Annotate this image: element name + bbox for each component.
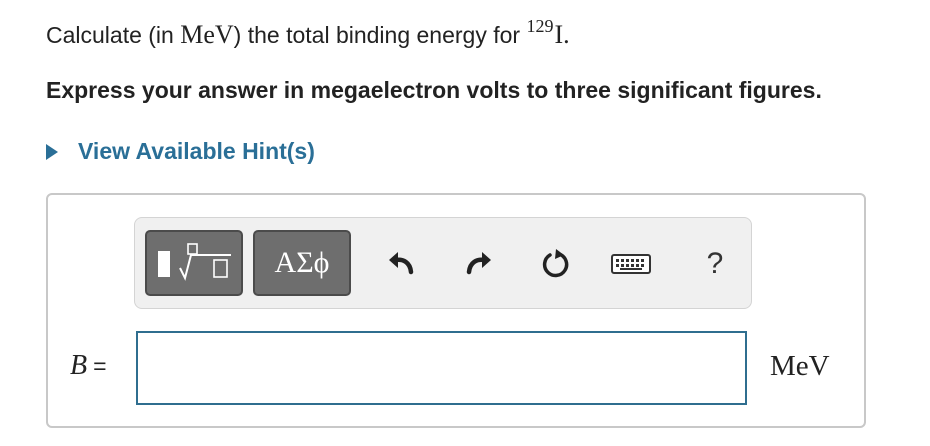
hint-label: View Available Hint(s)	[78, 138, 315, 164]
redo-icon	[466, 252, 491, 275]
reset-button[interactable]	[535, 244, 575, 284]
keyboard-icon	[611, 254, 651, 274]
element-symbol: I	[554, 20, 564, 49]
variable-symbol: B	[70, 350, 88, 381]
undo-icon	[389, 252, 414, 275]
symbols-button[interactable]: ΑΣϕ	[253, 230, 351, 296]
unit-label: MeV	[770, 350, 830, 382]
answer-input[interactable]	[136, 331, 747, 405]
undo-button[interactable]	[381, 244, 421, 284]
question-suffix: .	[563, 20, 570, 49]
templates-icon	[158, 243, 231, 281]
caret-right-icon	[46, 143, 58, 160]
math-toolbar: ΑΣϕ ?	[134, 217, 752, 309]
hint-toggle[interactable]: View Available Hint(s)	[46, 138, 315, 165]
question-middle: ) the total binding energy for	[233, 22, 527, 48]
redo-button[interactable]	[459, 244, 499, 284]
mass-number: 129	[526, 16, 554, 36]
instruction-text: Express your answer in megaelectron volt…	[46, 77, 822, 103]
reset-icon	[542, 249, 569, 278]
question-prefix: Calculate (in	[46, 22, 181, 48]
question-text: Calculate (in MeV) the total binding ene…	[46, 16, 570, 50]
question-unit: MeV	[180, 20, 234, 49]
help-button[interactable]: ?	[695, 244, 735, 284]
answer-panel: ΑΣϕ ? B = MeV	[46, 193, 866, 428]
variable-label: B =	[70, 350, 107, 382]
keyboard-button[interactable]	[609, 244, 653, 284]
templates-button[interactable]	[145, 230, 243, 296]
equals-sign: =	[93, 353, 107, 379]
